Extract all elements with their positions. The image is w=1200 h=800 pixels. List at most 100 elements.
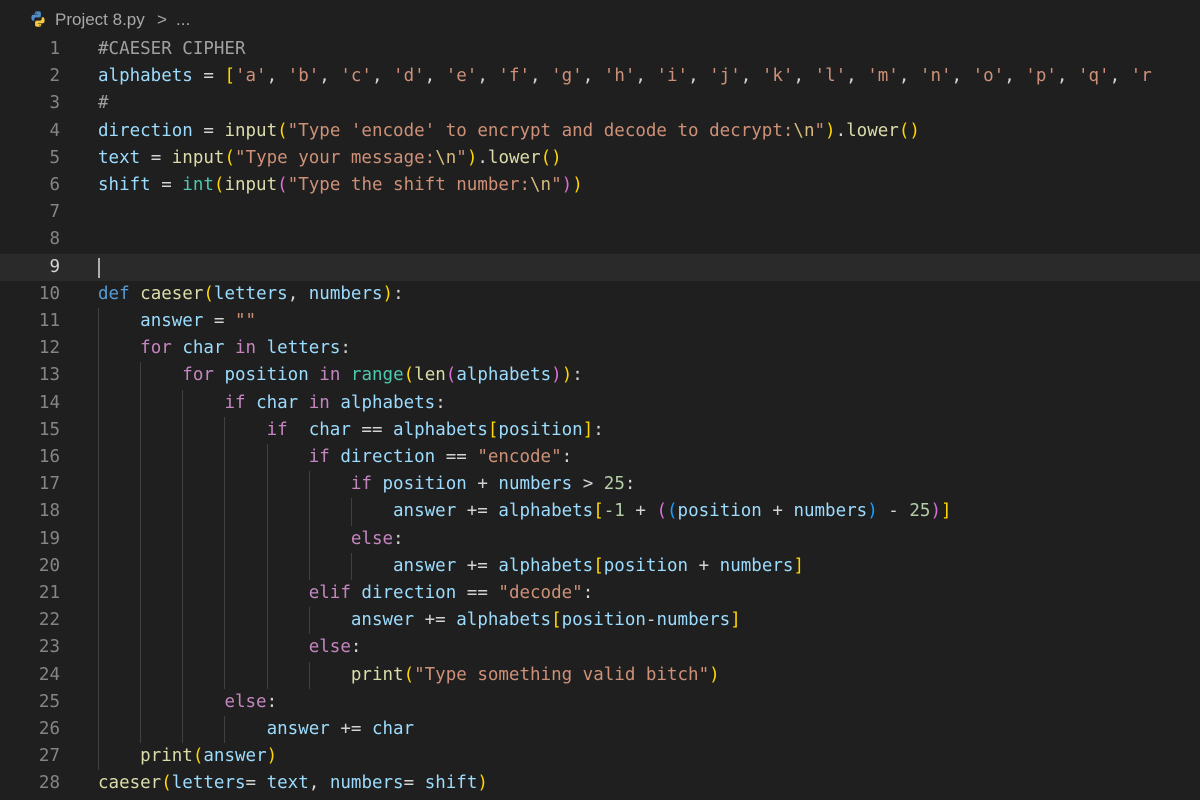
line-number: 7 (49, 202, 60, 223)
code-token: answer (393, 555, 457, 576)
code-line[interactable]: 16 if direction == "encode": (0, 444, 1200, 471)
code-text[interactable]: #CAESER CIPHER (98, 36, 246, 63)
code-token: 'l' (814, 66, 847, 87)
code-line[interactable]: 26 answer += char (0, 716, 1200, 743)
code-line[interactable]: 19 else: (0, 526, 1200, 553)
code-line[interactable]: 1 #CAESER CIPHER (0, 36, 1200, 63)
code-token: ] (730, 610, 741, 631)
code-token: , (1004, 66, 1026, 87)
code-text[interactable]: alphabets = ['a', 'b', 'c', 'd', 'e', 'f… (98, 63, 1152, 90)
code-token: , (635, 66, 657, 87)
code-token: 25 (603, 474, 625, 495)
code-token: += (414, 610, 457, 631)
code-token: += (456, 501, 499, 522)
code-line[interactable]: 4 direction = input("Type 'encode' to enc… (0, 118, 1200, 145)
code-text[interactable]: for position in range(len(alphabets)): (98, 362, 582, 389)
line-number: 10 (38, 283, 60, 304)
breadcrumb-more[interactable]: ... (176, 10, 190, 30)
code-token: print (350, 664, 404, 685)
code-token: + (761, 501, 794, 522)
code-text[interactable]: if position + numbers > 25: (98, 471, 636, 498)
code-token: , (477, 66, 499, 87)
code-line[interactable]: 8 (0, 226, 1200, 253)
code-line[interactable]: 13 for position in range(len(alphabets))… (0, 362, 1200, 389)
code-text[interactable]: print("Type something valid bitch") (98, 662, 720, 689)
code-line[interactable]: 2 alphabets = ['a', 'b', 'c', 'd', 'e', '… (0, 63, 1200, 90)
code-line[interactable]: 11 answer = "" (0, 308, 1200, 335)
code-text[interactable]: text = input("Type your message:\n").low… (98, 145, 562, 172)
code-line[interactable]: 20 answer += alphabets[position + number… (0, 553, 1200, 580)
code-token: alphabets (456, 610, 552, 631)
code-token: text (98, 147, 141, 168)
code-token: alphabets (98, 66, 193, 87)
code-line[interactable]: 7 (0, 199, 1200, 226)
code-line[interactable]: 9 (0, 253, 1200, 281)
code-line[interactable]: 23 else: (0, 634, 1200, 661)
code-text[interactable]: if char in alphabets: (98, 390, 445, 417)
code-line[interactable]: 6 shift = int(input("Type the shift numbe… (0, 172, 1200, 199)
code-line[interactable]: 3 # (0, 90, 1200, 117)
code-text[interactable]: else: (98, 526, 404, 553)
code-text[interactable]: elif direction == "decode": (98, 580, 594, 607)
line-number: 22 (38, 610, 60, 631)
code-token: = (192, 66, 225, 87)
code-line[interactable]: 18 answer += alphabets[-1 + ((position +… (0, 498, 1200, 525)
code-token: elif (308, 583, 351, 603)
line-number: 6 (49, 175, 60, 195)
code-token: alphabets (498, 501, 594, 522)
code-text[interactable]: # (98, 90, 109, 117)
code-text[interactable]: else: (98, 689, 277, 716)
code-text[interactable]: for char in letters: (98, 335, 351, 362)
code-token: #CAESER CIPHER (98, 39, 246, 59)
code-text[interactable]: if direction == "encode": (98, 444, 572, 471)
code-token: range (350, 365, 404, 386)
code-line[interactable]: 14 if char in alphabets: (0, 390, 1200, 417)
code-token: , (793, 66, 815, 87)
line-number: 26 (38, 719, 60, 739)
breadcrumb-file-name[interactable]: Project 8.py (55, 10, 145, 30)
code-text[interactable]: if char == alphabets[position]: (98, 417, 604, 444)
code-token: ) (466, 147, 478, 168)
code-line[interactable]: 27 print(answer) (0, 743, 1200, 770)
code-text[interactable]: print(answer) (98, 743, 277, 770)
code-text[interactable]: caeser(letters= text, numbers= shift) (98, 770, 488, 797)
code-token: lower (846, 120, 899, 141)
code-line[interactable]: 10 def caeser(letters, numbers): (0, 281, 1200, 308)
code-text[interactable]: def caeser(letters, numbers): (98, 281, 404, 308)
code-text[interactable]: answer += alphabets[-1 + ((position + nu… (98, 498, 952, 525)
code-token: [ (593, 555, 604, 576)
code-line[interactable]: 22 answer += alphabets[position-numbers] (0, 607, 1200, 634)
code-token: ( (192, 746, 204, 767)
code-line[interactable]: 12 for char in letters: (0, 335, 1200, 362)
code-text[interactable]: else: (98, 634, 362, 661)
code-text[interactable]: shift = int(input("Type the shift number… (98, 172, 583, 199)
code-token: ( (540, 147, 552, 168)
code-token: , (371, 66, 394, 87)
code-text[interactable]: answer += alphabets[position + numbers] (98, 553, 804, 580)
code-text[interactable]: answer += char (98, 716, 415, 743)
code-token: [ (487, 419, 499, 440)
code-line[interactable]: 28 caeser(letters= text, numbers= shift) (0, 770, 1200, 797)
code-line[interactable]: 25 else: (0, 689, 1200, 716)
code-line[interactable]: 21 elif direction == "decode": (0, 580, 1200, 607)
code-text[interactable]: direction = input("Type 'encode' to encr… (98, 118, 920, 145)
code-line[interactable]: 17 if position + numbers > 25: (0, 471, 1200, 498)
code-token: : (266, 691, 278, 712)
code-editor[interactable]: 1 #CAESER CIPHER 2 alphabets = ['a', 'b', '… (0, 36, 1200, 800)
code-token: + (466, 474, 499, 495)
code-token: in (235, 338, 257, 359)
code-token: char (182, 338, 225, 359)
code-text[interactable]: answer += alphabets[position-numbers] (98, 607, 741, 634)
code-line[interactable]: 5 text = input("Type your message:\n").lo… (0, 145, 1200, 172)
code-token: shift (98, 175, 151, 195)
code-line[interactable]: 15 if char == alphabets[position]: (0, 417, 1200, 444)
code-token: input (224, 120, 278, 141)
code-text[interactable]: answer = "" (98, 308, 256, 335)
code-token: , (1056, 66, 1078, 87)
line-number: 21 (38, 583, 60, 603)
code-token: ( (403, 664, 415, 685)
code-line[interactable]: 24 print("Type something valid bitch") (0, 662, 1200, 689)
